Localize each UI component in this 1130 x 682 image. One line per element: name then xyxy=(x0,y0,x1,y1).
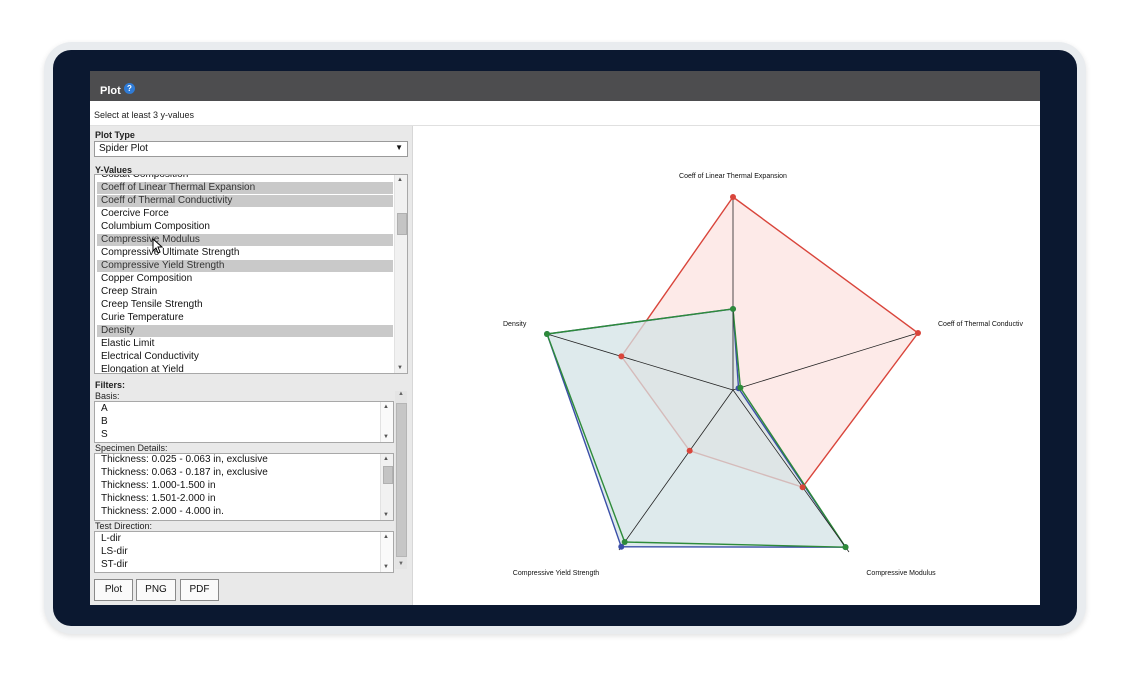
series-2-point xyxy=(730,305,736,312)
basis-scrollbar[interactable]: ▲ ▼ xyxy=(380,402,393,442)
list-item[interactable]: Thickness: 1.501-2.000 in xyxy=(97,493,379,505)
list-item[interactable]: Creep Strain xyxy=(97,286,393,298)
y-values-list[interactable]: Elongation at Yield Electrical Conductivi… xyxy=(94,174,408,374)
scroll-down-icon[interactable]: ▼ xyxy=(398,561,404,567)
scroll-down-icon[interactable]: ▼ xyxy=(383,434,389,440)
list-item[interactable]: Copper Composition xyxy=(97,273,393,285)
list-item[interactable]: Elongation at Yield xyxy=(97,364,393,373)
scroll-up-icon[interactable]: ▲ xyxy=(383,404,389,410)
series-0-point xyxy=(618,353,625,360)
list-item[interactable]: Elastic Limit xyxy=(97,338,393,350)
scroll-up-icon[interactable]: ▲ xyxy=(383,456,389,462)
direction-list[interactable]: ST-dir LS-dir L-dir ▲ ▼ xyxy=(94,531,394,573)
list-item[interactable]: A xyxy=(97,403,379,415)
series-2-point xyxy=(621,539,628,545)
help-icon[interactable]: ? xyxy=(124,83,135,94)
hint-text: Select at least 3 y-values xyxy=(94,110,195,120)
axis-label: Compressive Yield Strength xyxy=(513,570,599,577)
series-0-point xyxy=(915,330,921,336)
scroll-up-icon[interactable]: ▲ xyxy=(383,534,389,540)
list-item[interactable]: Compressive Ultimate Strength xyxy=(97,247,393,259)
series-0-point xyxy=(686,447,693,454)
mouse-cursor-icon xyxy=(152,238,164,254)
scroll-down-icon[interactable]: ▼ xyxy=(397,365,403,371)
list-item[interactable]: Coeff of Thermal Conductivity xyxy=(97,195,393,207)
list-item[interactable]: S xyxy=(97,429,379,441)
dropdown-arrow-icon: ▼ xyxy=(395,143,403,152)
series-2-point xyxy=(544,331,550,337)
series-0-point xyxy=(799,484,806,491)
direction-label: Test Direction: xyxy=(95,521,153,531)
list-item[interactable]: ST-dir xyxy=(97,559,379,571)
list-item[interactable]: Curie Temperature xyxy=(97,312,393,324)
y-values-scrollbar[interactable]: ▲ ▼ xyxy=(394,175,407,373)
chart-svg: Coeff of Linear Thermal Expansion Coeff o… xyxy=(503,173,1023,577)
list-item[interactable]: Thickness: 0.063 - 0.187 in, exclusive xyxy=(97,467,379,479)
plot-button[interactable]: Plot xyxy=(94,579,133,601)
list-item[interactable]: Columbium Composition xyxy=(97,221,393,233)
basis-list[interactable]: SBA ▲ ▼ xyxy=(94,401,394,443)
scroll-thumb[interactable] xyxy=(383,466,393,484)
list-item[interactable]: Cobalt Composition xyxy=(97,175,393,181)
scroll-thumb[interactable] xyxy=(397,213,407,235)
scroll-up-icon[interactable]: ▲ xyxy=(397,177,403,183)
title-bar: Plot ? xyxy=(90,71,1040,101)
window-title: Plot xyxy=(100,85,121,97)
list-item[interactable]: Compressive Yield Strength xyxy=(97,260,393,272)
scroll-down-icon[interactable]: ▼ xyxy=(383,564,389,570)
specimen-scrollbar[interactable]: ▲ ▼ xyxy=(380,454,393,520)
series-2-point xyxy=(842,544,849,551)
list-item[interactable]: Compressive Modulus xyxy=(97,234,393,246)
basis-label: Basis: xyxy=(95,391,120,401)
plot-type-value: Spider Plot xyxy=(99,143,148,154)
axis-label: Coeff of Linear Thermal Expansion xyxy=(679,173,787,180)
png-button[interactable]: PNG xyxy=(136,579,176,601)
plot-type-label: Plot Type xyxy=(95,130,135,140)
direction-scrollbar[interactable]: ▲ ▼ xyxy=(380,532,393,572)
app-window: Plot ? Select at least 3 y-values Plot T… xyxy=(90,71,1040,605)
pdf-button[interactable]: PDF xyxy=(180,579,219,601)
list-item[interactable]: Thickness: 0.025 - 0.063 in, exclusive xyxy=(97,454,379,466)
filters-scrollbar[interactable]: ▲ ▼ xyxy=(395,391,407,569)
filters-label: Filters: xyxy=(95,380,126,390)
options-panel: Plot Type Spider Plot ▼ Y-Values Elongat… xyxy=(90,126,413,605)
list-item[interactable]: Thickness: 1.000-1.500 in xyxy=(97,480,379,492)
list-item[interactable]: Thickness: 2.000 - 4.000 in. xyxy=(97,506,379,518)
series-1-point xyxy=(618,543,625,550)
list-item[interactable]: LS-dir xyxy=(97,546,379,558)
list-item[interactable]: B xyxy=(97,416,379,428)
axis-label: Compressive Modulus xyxy=(866,570,936,577)
spider-chart: Coeff of Linear Thermal Expansion Coeff o… xyxy=(413,126,1040,605)
list-item[interactable]: Density xyxy=(97,325,393,337)
series-2-point xyxy=(737,384,744,391)
list-item[interactable]: L-dir xyxy=(97,533,379,545)
axis-label: Coeff of Thermal Conductiv xyxy=(938,321,1023,328)
list-item[interactable]: Creep Tensile Strength xyxy=(97,299,393,311)
specimen-label: Specimen Details: xyxy=(95,443,168,453)
scroll-thumb[interactable] xyxy=(396,403,407,557)
axis-label: Density xyxy=(503,321,527,328)
plot-type-select[interactable]: Spider Plot ▼ xyxy=(94,141,408,157)
list-item[interactable]: Coeff of Linear Thermal Expansion xyxy=(97,182,393,194)
specimen-list[interactable]: Thickness: 2.000 - 4.000 in. Thickness: 1… xyxy=(94,453,394,521)
list-item[interactable]: Coercive Force xyxy=(97,208,393,220)
series-0-point xyxy=(730,194,736,200)
scroll-down-icon[interactable]: ▼ xyxy=(383,512,389,518)
scroll-up-icon[interactable]: ▲ xyxy=(398,391,404,397)
list-item[interactable]: Electrical Conductivity xyxy=(97,351,393,363)
